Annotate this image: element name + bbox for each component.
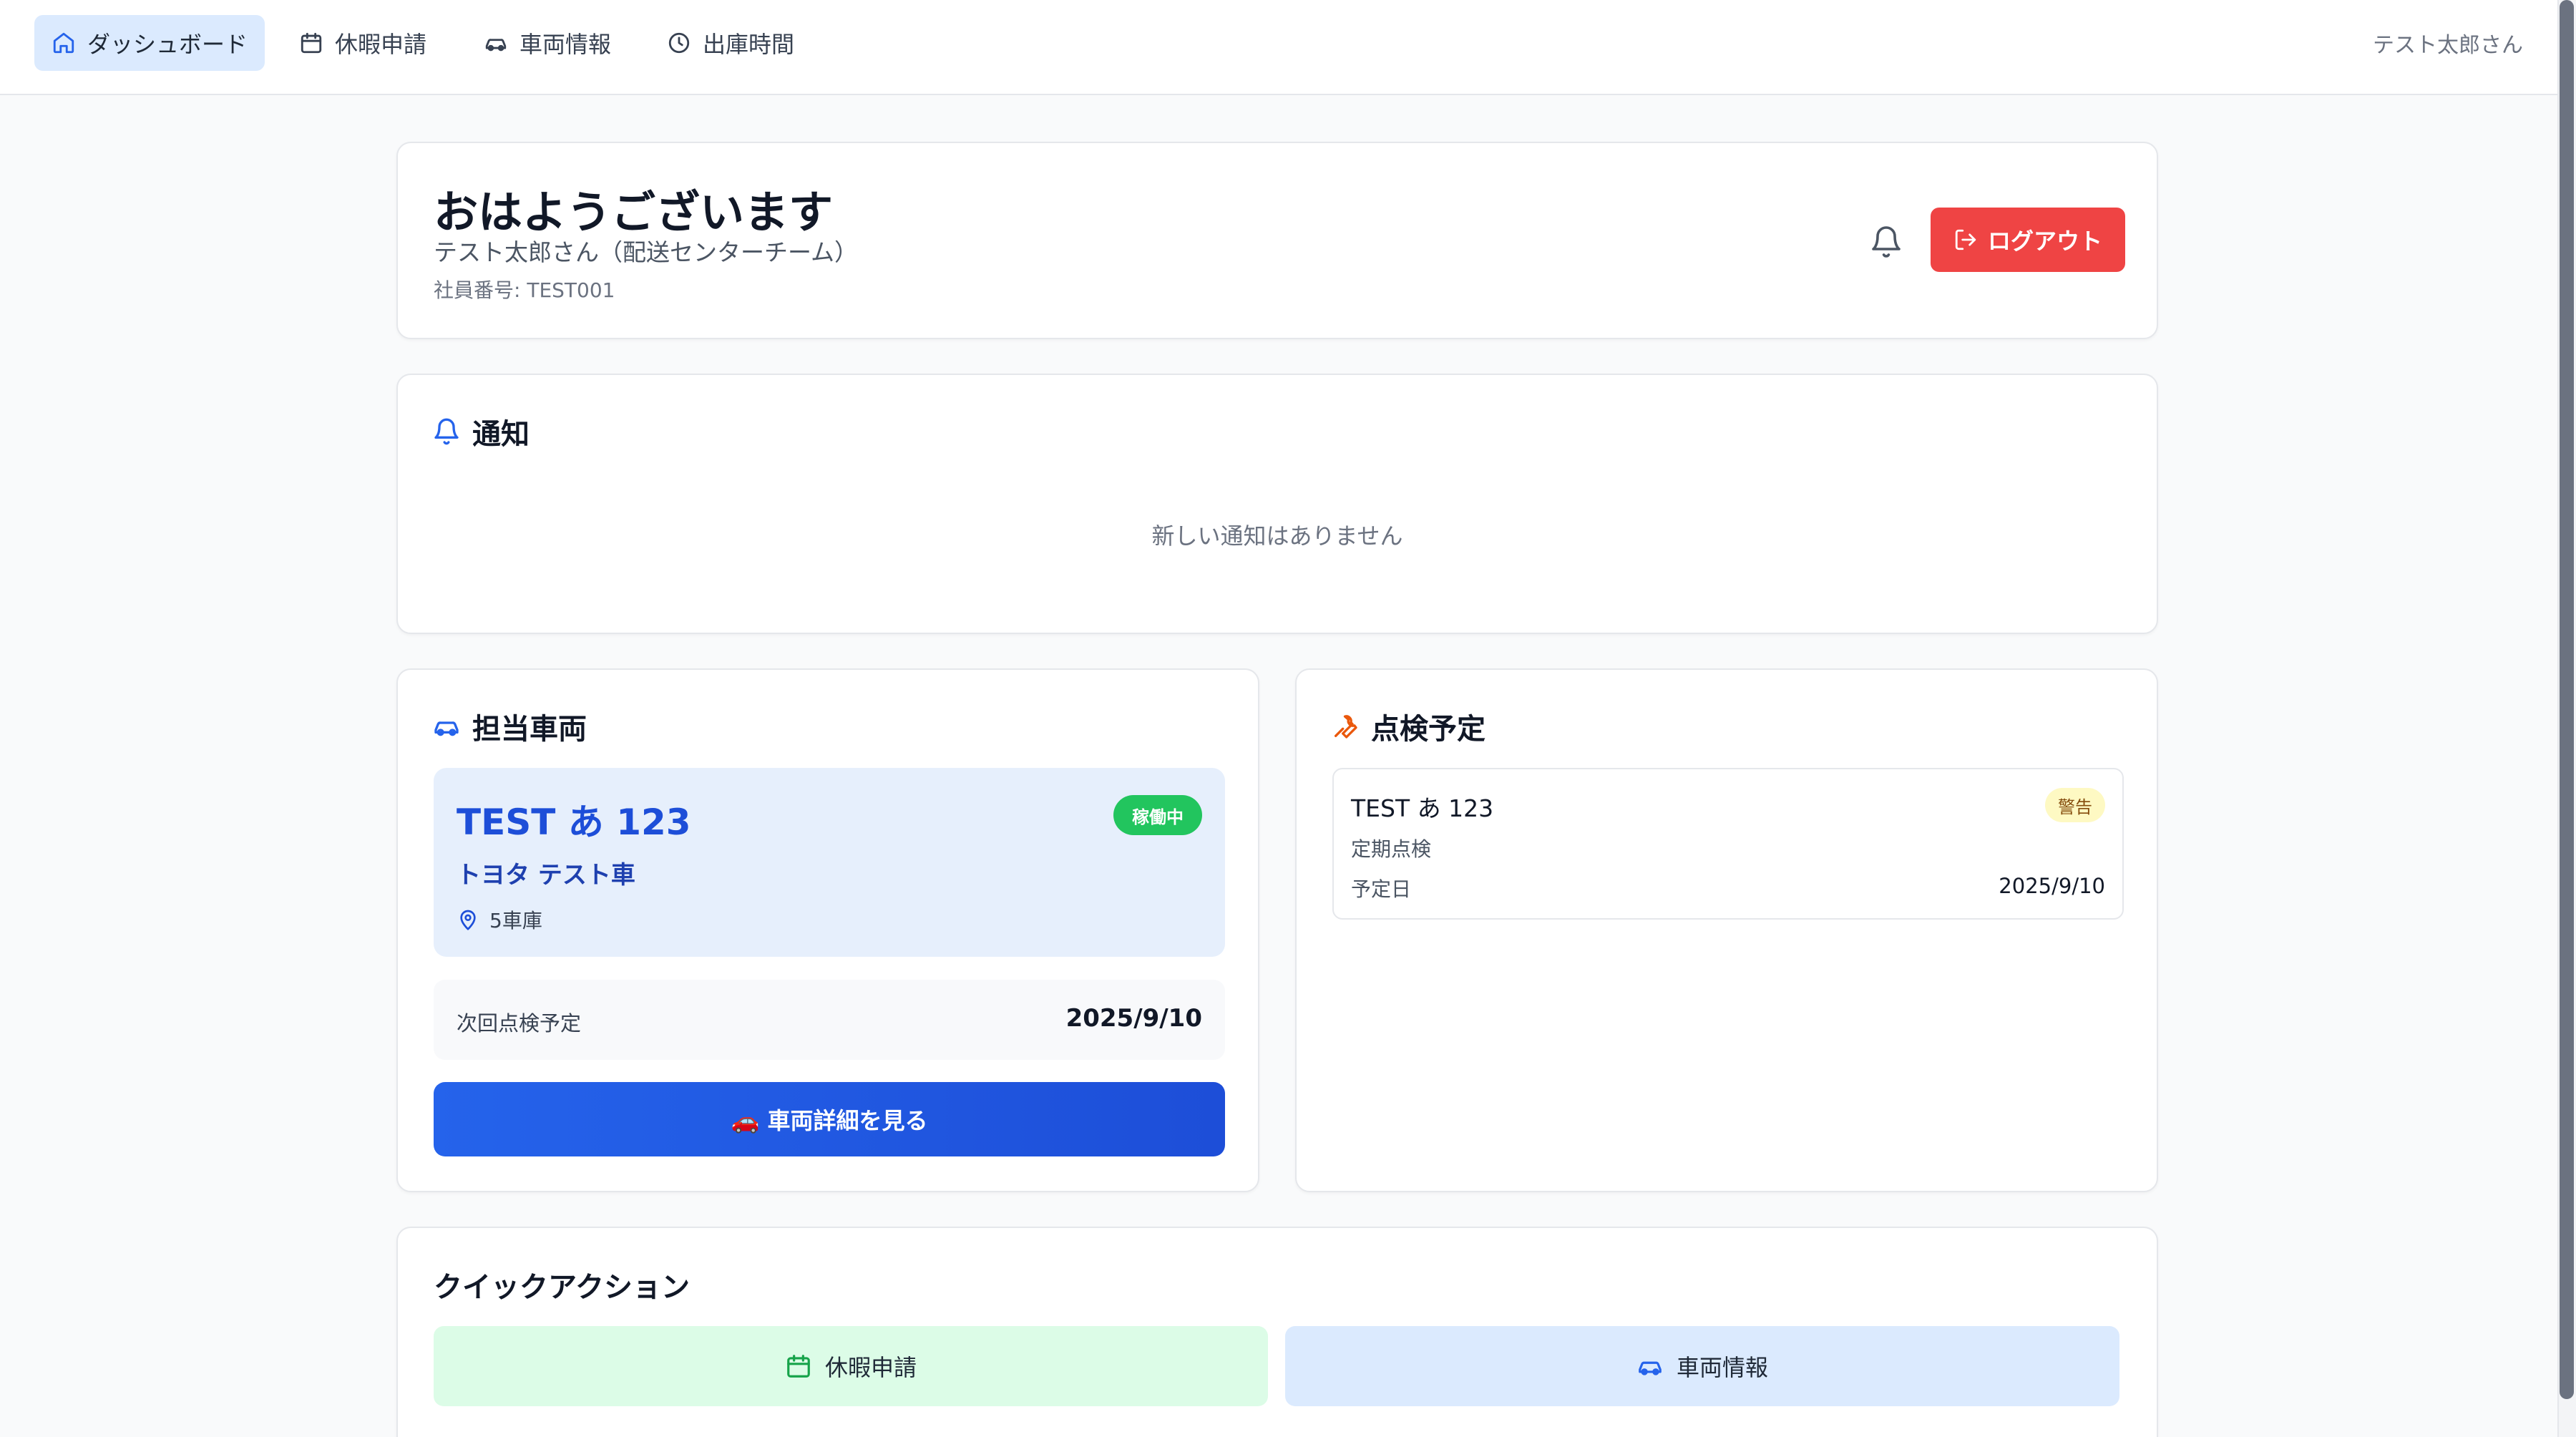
nav-item-vehicle[interactable]: 車両情報 [467, 15, 628, 71]
bell-icon [434, 418, 459, 445]
scrollbar[interactable] [2557, 0, 2576, 1437]
greeting-subtitle: テスト太郎さん（配送センターチーム） [434, 238, 859, 266]
inspection-date: 2025/9/10 [1999, 874, 2105, 898]
map-pin-icon [460, 910, 476, 930]
top-nav: ダッシュボード 休暇申請 車両情報 出庫時間 テスト太郎さん [0, 0, 2557, 95]
inspection-plate: TEST あ 123 [1351, 794, 1494, 822]
greeting-title: おはようございます [434, 186, 834, 238]
nav-user-name[interactable]: テスト太郎さん [2373, 27, 2523, 59]
inspection-card-title: 点検予定 [1371, 713, 1485, 746]
vehicle-summary: TEST あ 123 稼働中 トヨタ テスト車 5車庫 [434, 768, 1225, 957]
greeting-card: おはようございます テスト太郎さん（配送センターチーム） 社員番号: TEST0… [396, 142, 2158, 339]
logout-icon [1955, 229, 1976, 250]
quick-action-leave-button[interactable]: 休暇申請 [434, 1326, 1268, 1406]
assigned-vehicle-card: 担当車両 TEST あ 123 稼働中 トヨタ テスト車 5車庫 次回点検予定 … [396, 668, 1259, 1192]
vehicle-garage: 5車庫 [457, 905, 542, 934]
inspection-item[interactable]: TEST あ 123 警告 定期点検 予定日 2025/9/10 [1332, 768, 2124, 920]
calendar-icon [787, 1355, 810, 1378]
nav-item-label: 休暇申請 [335, 31, 427, 58]
inspection-type: 定期点検 [1351, 837, 1432, 861]
quick-action-vehicle-button[interactable]: 車両情報 [1285, 1326, 2119, 1406]
nav-item-label: 出庫時間 [703, 31, 795, 58]
next-inspection-date: 2025/9/10 [1065, 1004, 1202, 1033]
notifications-empty-message: 新しい通知はありません [1151, 522, 1403, 550]
wrench-icon [1335, 715, 1357, 739]
employee-id: 社員番号: TEST001 [434, 278, 615, 302]
clock-icon [668, 32, 690, 54]
quick-actions-card: クイックアクション 休暇申請 車両情報 [396, 1227, 2158, 1437]
status-badge: 稼働中 [1113, 795, 1202, 835]
notifications-header: 通知 [432, 411, 530, 452]
logout-button[interactable]: ログアウト [1931, 208, 2125, 272]
notification-bell-button[interactable] [1865, 220, 1908, 263]
scrollbar-thumb[interactable] [2560, 0, 2574, 1399]
quick-action-leave-label: 休暇申請 [824, 1354, 917, 1381]
vehicle-detail-button[interactable]: 🚗 車両詳細を見る [434, 1082, 1225, 1156]
nav-item-leave[interactable]: 休暇申請 [282, 15, 444, 71]
car-icon [1639, 1361, 1662, 1375]
nav-item-label: ダッシュボード [87, 31, 248, 58]
quick-action-vehicle-label: 車両情報 [1676, 1354, 1768, 1381]
nav-item-dashboard[interactable]: ダッシュボード [34, 15, 265, 71]
next-inspection-label: 次回点検予定 [457, 1011, 582, 1036]
quick-actions-title: クイックアクション [434, 1271, 690, 1304]
inspection-schedule-card: 点検予定 TEST あ 123 警告 定期点検 予定日 2025/9/10 [1295, 668, 2158, 1192]
car-icon [434, 721, 459, 736]
logout-label: ログアウト [1987, 228, 2102, 255]
bell-icon [1872, 226, 1901, 258]
car-icon [485, 39, 507, 52]
home-icon [53, 32, 74, 54]
nav-item-departure-time[interactable]: 出庫時間 [650, 15, 811, 71]
vehicle-model: トヨタ テスト車 [457, 861, 635, 890]
inspection-date-label: 予定日 [1351, 877, 1412, 901]
inspection-header: 点検予定 [1331, 706, 1485, 747]
vehicle-header: 担当車両 [432, 706, 587, 747]
warning-badge: 警告 [2045, 788, 2105, 822]
quick-actions-header: クイックアクション [434, 1264, 690, 1305]
nav-item-label: 車両情報 [519, 31, 612, 58]
garage-label: 5車庫 [489, 909, 542, 932]
notifications-card: 通知 新しい通知はありません [396, 374, 2158, 634]
next-inspection-row: 次回点検予定 2025/9/10 [434, 980, 1225, 1060]
notifications-title: 通知 [472, 418, 530, 451]
calendar-icon [301, 32, 322, 54]
vehicle-plate: TEST あ 123 [457, 802, 691, 843]
vehicle-card-title: 担当車両 [472, 713, 587, 746]
